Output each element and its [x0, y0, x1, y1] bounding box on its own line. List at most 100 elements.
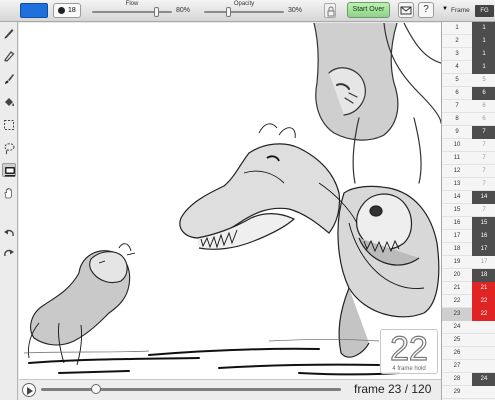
marker-tool[interactable]: [2, 49, 16, 63]
frame-row[interactable]: 24: [442, 321, 495, 334]
hand-tool[interactable]: [2, 186, 16, 200]
frame-cell[interactable]: 24: [472, 373, 495, 386]
color-swatch[interactable]: [20, 3, 48, 18]
frame-row[interactable]: 11 7: [442, 152, 495, 165]
dropdown-arrow-icon[interactable]: ▼: [442, 6, 448, 12]
redo-button[interactable]: [2, 246, 16, 260]
timeline-scrubber[interactable]: [90, 384, 101, 394]
frame-row[interactable]: 11: [442, 22, 495, 35]
frame-row[interactable]: 12 7: [442, 165, 495, 178]
dragon-sketch-artwork: [23, 23, 441, 376]
rect-select-tool[interactable]: [2, 118, 16, 132]
frame-cell[interactable]: 1: [472, 61, 495, 74]
frame-cell[interactable]: 7: [472, 139, 495, 152]
drawing-canvas[interactable]: 22 4 frame hold: [19, 23, 441, 379]
fill-tool[interactable]: [2, 95, 16, 109]
frame-cell[interactable]: 7: [472, 178, 495, 191]
play-button[interactable]: [22, 383, 36, 397]
brush-icon: [5, 74, 14, 84]
frame-cell[interactable]: 18: [472, 269, 495, 282]
frame-number: 22: [453, 298, 461, 304]
mail-button[interactable]: [398, 2, 414, 18]
timeline-track[interactable]: [41, 388, 341, 391]
frame-number: 9: [455, 129, 459, 135]
flow-track[interactable]: [92, 11, 172, 13]
frame-cell[interactable]: 17: [472, 256, 495, 269]
frame-row[interactable]: 26: [442, 347, 495, 360]
fg-button[interactable]: FG: [475, 5, 494, 17]
frame-row[interactable]: 16 15: [442, 217, 495, 230]
lasso-tool[interactable]: [2, 141, 16, 155]
frame-cell[interactable]: 1: [472, 22, 495, 35]
frame-number: 6: [455, 90, 459, 96]
frame-row[interactable]: 21 21: [442, 282, 495, 295]
frame-row[interactable]: 13 7: [442, 178, 495, 191]
frame-row[interactable]: 15 7: [442, 204, 495, 217]
lock-button[interactable]: [324, 3, 336, 18]
frame-row[interactable]: 18 17: [442, 243, 495, 256]
flow-slider[interactable]: Flow 80%: [92, 1, 202, 21]
flow-knob[interactable]: [154, 7, 159, 17]
top-toolbar: 18 Flow 80% Opacity 30% Start Over ? ▼ F…: [0, 0, 495, 22]
frame-cell[interactable]: 5: [472, 74, 495, 87]
frame-row[interactable]: 86: [442, 113, 495, 126]
hand-icon: [4, 187, 12, 199]
frame-row[interactable]: 31: [442, 48, 495, 61]
frame-number: 25: [453, 337, 461, 343]
undo-button[interactable]: [2, 226, 16, 240]
start-over-button[interactable]: Start Over: [347, 2, 390, 18]
frame-row[interactable]: 28 24: [442, 373, 495, 386]
frame-number: 15: [453, 207, 461, 213]
frame-cell[interactable]: 14: [472, 191, 495, 204]
frame-cell[interactable]: 7: [472, 126, 495, 139]
frame-cell[interactable]: 1: [472, 35, 495, 48]
frame-cell[interactable]: 15: [472, 217, 495, 230]
frame-row[interactable]: 17 16: [442, 230, 495, 243]
opacity-track[interactable]: [204, 11, 284, 13]
frame-cell[interactable]: 1: [472, 48, 495, 61]
frame-cell[interactable]: 22: [472, 308, 495, 321]
frame-row[interactable]: 27: [442, 360, 495, 373]
frame-number: 24: [453, 324, 461, 330]
frame-row[interactable]: 25: [442, 334, 495, 347]
help-button[interactable]: ?: [418, 2, 434, 18]
frame-row[interactable]: 21: [442, 35, 495, 48]
frame-row[interactable]: 55: [442, 74, 495, 87]
frame-row[interactable]: 41: [442, 61, 495, 74]
frame-cell[interactable]: [472, 334, 495, 347]
frame-cell[interactable]: [472, 386, 495, 399]
opacity-knob[interactable]: [226, 7, 231, 17]
frame-cell[interactable]: [472, 321, 495, 334]
frame-cell[interactable]: [472, 360, 495, 373]
frame-row[interactable]: 10 7: [442, 139, 495, 152]
frame-row[interactable]: 20 18: [442, 269, 495, 282]
frame-row[interactable]: 66: [442, 87, 495, 100]
frame-cell[interactable]: 6: [472, 100, 495, 113]
frame-cell[interactable]: 7: [472, 204, 495, 217]
frame-row[interactable]: 97: [442, 126, 495, 139]
frame-row[interactable]: 29: [442, 386, 495, 399]
frame-cell[interactable]: [472, 347, 495, 360]
frame-row[interactable]: 22 22: [442, 295, 495, 308]
frame-row[interactable]: 76: [442, 100, 495, 113]
frame-cell[interactable]: 16: [472, 230, 495, 243]
frame-row[interactable]: 23 22: [442, 308, 495, 321]
pencil-tool[interactable]: [2, 26, 16, 40]
frame-row[interactable]: 19 17: [442, 256, 495, 269]
frame-cell[interactable]: 7: [472, 165, 495, 178]
brush-size-button[interactable]: 18: [53, 3, 81, 18]
frame-row[interactable]: 14 14: [442, 191, 495, 204]
frame-cell[interactable]: 17: [472, 243, 495, 256]
frame-cell[interactable]: 6: [472, 87, 495, 100]
frame-cell[interactable]: 21: [472, 282, 495, 295]
frame-number: 12: [453, 168, 461, 174]
frame-cell[interactable]: 7: [472, 152, 495, 165]
frame-cell[interactable]: 6: [472, 113, 495, 126]
opacity-slider[interactable]: Opacity 30%: [204, 1, 314, 21]
brush-tool[interactable]: [2, 72, 16, 86]
undo-icon: [4, 229, 14, 237]
frame-cell[interactable]: 22: [472, 295, 495, 308]
stamp-tool[interactable]: [2, 163, 16, 177]
frame-number: 8: [455, 116, 459, 122]
lasso-icon: [4, 143, 15, 155]
